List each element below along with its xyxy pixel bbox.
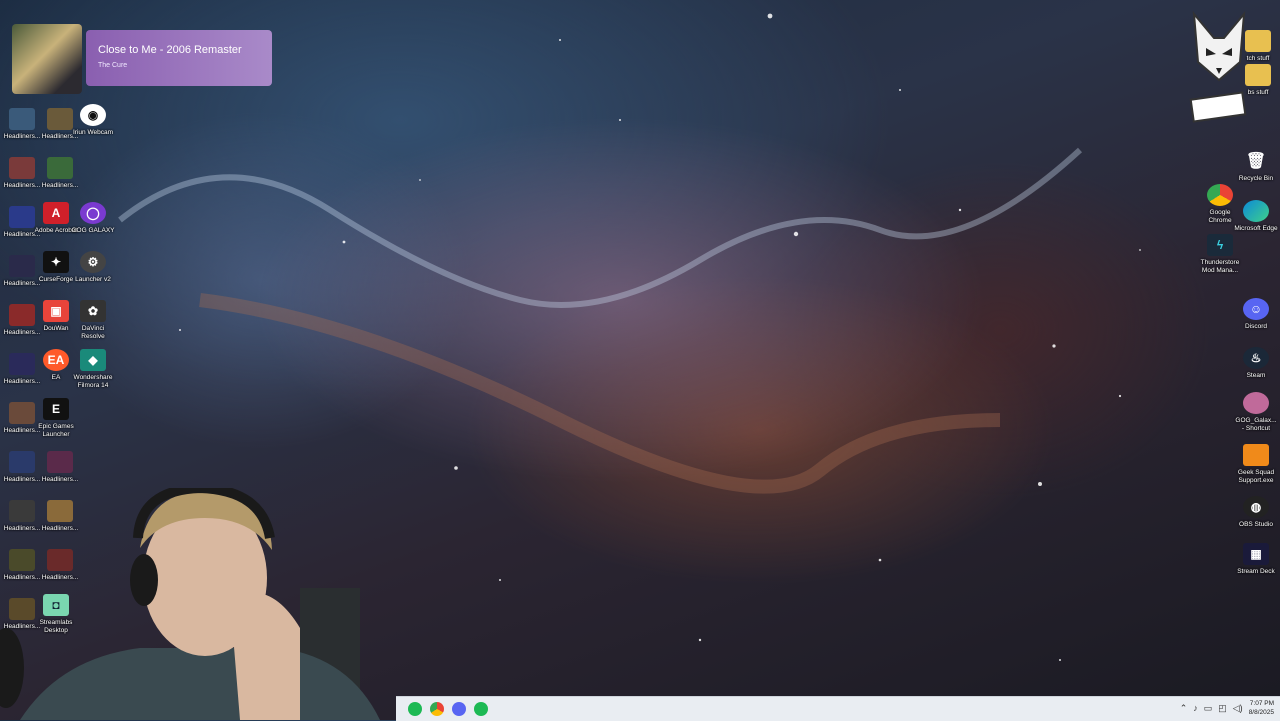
chrome-icon bbox=[1207, 184, 1233, 206]
gog-galaxy-shortcut-icon bbox=[1243, 392, 1269, 414]
desktop-icon-filmora[interactable]: ◆ Wondershare Filmora 14 bbox=[71, 349, 115, 389]
clock-time: 7:07 PM bbox=[1249, 700, 1274, 707]
spotify-taskbar-icon[interactable] bbox=[408, 702, 422, 716]
acrobat-icon: A bbox=[43, 202, 69, 224]
spotify-taskbar-icon-2[interactable] bbox=[474, 702, 488, 716]
curseforge-icon: ✦ bbox=[43, 251, 69, 273]
discord-icon: ☺ bbox=[1243, 298, 1269, 320]
recycle-bin-icon: 🗑 bbox=[1245, 153, 1267, 170]
desktop-icon-gog-galaxy-shortcut[interactable]: GOG_Galax... - Shortcut bbox=[1234, 392, 1278, 432]
glytch-logo bbox=[1188, 10, 1250, 132]
obs-icon: ◍ bbox=[1243, 496, 1269, 518]
desktop-icon-iriun-webcam[interactable]: ◉ Iriun Webcam bbox=[71, 104, 115, 137]
chrome-taskbar-icon[interactable] bbox=[430, 702, 444, 716]
desktop-icon-microsoft-edge[interactable]: Microsoft Edge bbox=[1234, 200, 1278, 233]
webcam-icon: ◉ bbox=[80, 104, 106, 126]
system-tray: ⌃ ♪ ▭ ◰ ◁) 7:07 PM 8/8/2025 bbox=[1180, 699, 1274, 717]
desktop-icon-thunderstore[interactable]: ϟ Thunderstore Mod Mana... bbox=[1198, 234, 1242, 274]
filmora-icon: ◆ bbox=[80, 349, 106, 371]
headliners-icon bbox=[47, 108, 73, 130]
gog-galaxy-icon: ◯ bbox=[80, 202, 106, 224]
chevron-up-icon[interactable]: ⌃ bbox=[1180, 703, 1188, 714]
desktop-icon-geek-squad[interactable]: Geek Squad Support.exe bbox=[1234, 444, 1278, 484]
geek-squad-icon bbox=[1243, 444, 1269, 466]
now-playing-widget[interactable]: Close to Me - 2006 Remaster The Cure bbox=[12, 24, 272, 94]
headliners-icon bbox=[47, 451, 73, 473]
display-icon[interactable]: ▭ bbox=[1204, 703, 1213, 714]
album-art bbox=[12, 24, 82, 94]
headliners-icon bbox=[9, 206, 35, 228]
headliners-icon bbox=[9, 353, 35, 375]
davinci-resolve-icon: ✿ bbox=[80, 300, 106, 322]
now-playing-panel: Close to Me - 2006 Remaster The Cure bbox=[86, 30, 272, 86]
headliners-icon bbox=[9, 304, 35, 326]
desktop-icon-stream-deck[interactable]: ▦ Stream Deck bbox=[1234, 543, 1278, 576]
headliners-icon bbox=[47, 157, 73, 179]
headliners-icon bbox=[9, 402, 35, 424]
webcam-overlay bbox=[0, 488, 400, 720]
headliners-icon bbox=[9, 255, 35, 277]
mic-icon[interactable]: ♪ bbox=[1193, 703, 1198, 713]
volume-icon[interactable]: ◁) bbox=[1233, 703, 1243, 714]
discord-taskbar-icon[interactable] bbox=[452, 702, 466, 716]
network-icon[interactable]: ◰ bbox=[1218, 703, 1227, 714]
desktop-icon-headliners[interactable]: Headliners... bbox=[38, 451, 82, 484]
desktop-icon-steam[interactable]: ♨ Steam bbox=[1234, 347, 1278, 380]
desktop-icon-launcher[interactable]: ⚙ Launcher v2 bbox=[71, 251, 115, 284]
ea-icon: EA bbox=[43, 349, 69, 371]
douwan-icon: ▣ bbox=[43, 300, 69, 322]
edge-icon bbox=[1243, 200, 1269, 222]
track-title: Close to Me - 2006 Remaster bbox=[98, 44, 242, 56]
desktop-icon-recycle-bin[interactable]: 🗑 Recycle Bin bbox=[1234, 150, 1278, 183]
stream-deck-icon: ▦ bbox=[1243, 543, 1269, 565]
launcher-icon: ⚙ bbox=[80, 251, 106, 273]
desktop-icon-headliners[interactable]: Headliners... bbox=[38, 157, 82, 190]
desktop-icon-obs-studio[interactable]: ◍ OBS Studio bbox=[1234, 496, 1278, 529]
desktop-icon-gog-galaxy[interactable]: ◯ GOG GALAXY bbox=[71, 202, 115, 235]
desktop-icon-discord[interactable]: ☺ Discord bbox=[1234, 298, 1278, 331]
headliners-icon bbox=[9, 157, 35, 179]
headliners-icon bbox=[9, 108, 35, 130]
headliners-icon bbox=[9, 451, 35, 473]
desktop-icon-epic-games[interactable]: E Epic Games Launcher bbox=[34, 398, 78, 438]
steam-icon: ♨ bbox=[1243, 347, 1269, 369]
desktop-icon-davinci-resolve[interactable]: ✿ DaVinci Resolve bbox=[71, 300, 115, 340]
epic-games-icon: E bbox=[43, 398, 69, 420]
taskbar-clock[interactable]: 7:07 PM 8/8/2025 bbox=[1249, 699, 1274, 717]
thunderstore-icon: ϟ bbox=[1207, 234, 1233, 256]
taskbar: ⌃ ♪ ▭ ◰ ◁) 7:07 PM 8/8/2025 bbox=[396, 696, 1280, 721]
clock-date: 8/8/2025 bbox=[1248, 709, 1274, 716]
track-artist: The Cure bbox=[98, 62, 128, 69]
